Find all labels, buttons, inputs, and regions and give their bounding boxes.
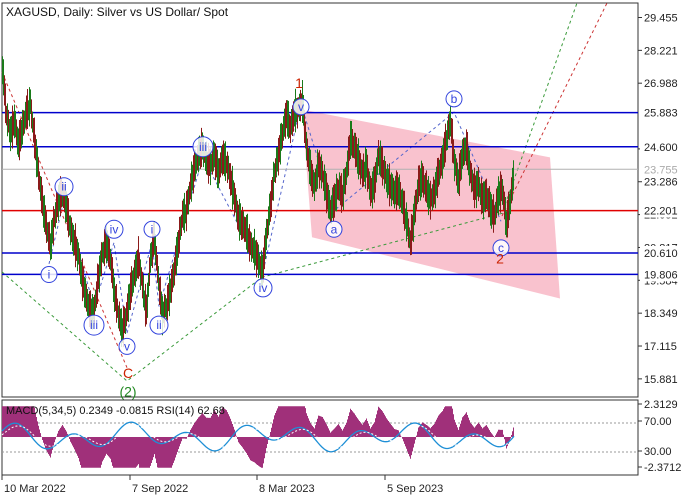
indicator-tick-label: -2.3712 [644,462,681,474]
wave-label: C [123,365,133,381]
indicator-tick-label: 70.00 [644,416,672,428]
x-tick-label: 7 Sep 2022 [132,483,188,495]
wave-label: iii [199,140,207,154]
price-tick-label: 18.349 [644,308,678,320]
wave-label: v [124,339,130,353]
wave-label: 2 [496,251,504,267]
price-tick-label: 28.221 [644,45,678,57]
price-tick-label: 23.286 [644,177,678,189]
level-label-0: 25.883 [644,108,678,120]
wave-label: (2) [119,384,136,400]
x-tick-label: 10 Mar 2022 [4,483,66,495]
indicator-label: MACD(5,34,5) 0.2349 -0.0815 RSI(14) 62.6… [6,405,225,417]
price-tick-label: 15.881 [644,374,678,386]
indicator-tick-label: 2.3129 [644,399,678,411]
wave-label: ii [156,318,161,332]
price-tick-label: 17.115 [644,341,677,353]
x-tick-label: 5 Sep 2023 [387,483,443,495]
price-tick-label: 29.455 [644,13,678,25]
red-wave-line [1,72,128,368]
price-chart: 29.45528.22126.98824.51923.28622.05220.8… [1,2,688,495]
wave-label: iv [259,281,268,295]
indicator-tick-label: 30.00 [644,446,672,458]
wave-label: ii [61,180,66,194]
level-label-4: 20.610 [644,248,678,260]
wave-label: a [331,222,338,236]
wave-label: v [298,100,304,114]
chart-root: 29.45528.22126.98824.51923.28622.05220.8… [0,0,700,500]
level-label-2: 23.755 [644,164,678,176]
chart-header: XAGUSD, Daily: Silver vs US Dollar/ Spot [6,5,229,19]
wave-path-2 [126,104,302,334]
wave-label: iv [110,222,119,236]
wave-label: iii [90,318,98,332]
price-tick-label: 26.988 [644,78,678,90]
wave-label: b [451,92,458,106]
level-label-5: 19.806 [644,269,678,281]
wave-label: i [48,268,51,282]
wave-label: i [151,222,154,236]
level-label-1: 24.600 [644,142,678,154]
wave-label: 1 [295,75,303,91]
x-tick-label: 8 Mar 2023 [259,483,315,495]
level-label-3: 22.201 [644,206,678,218]
